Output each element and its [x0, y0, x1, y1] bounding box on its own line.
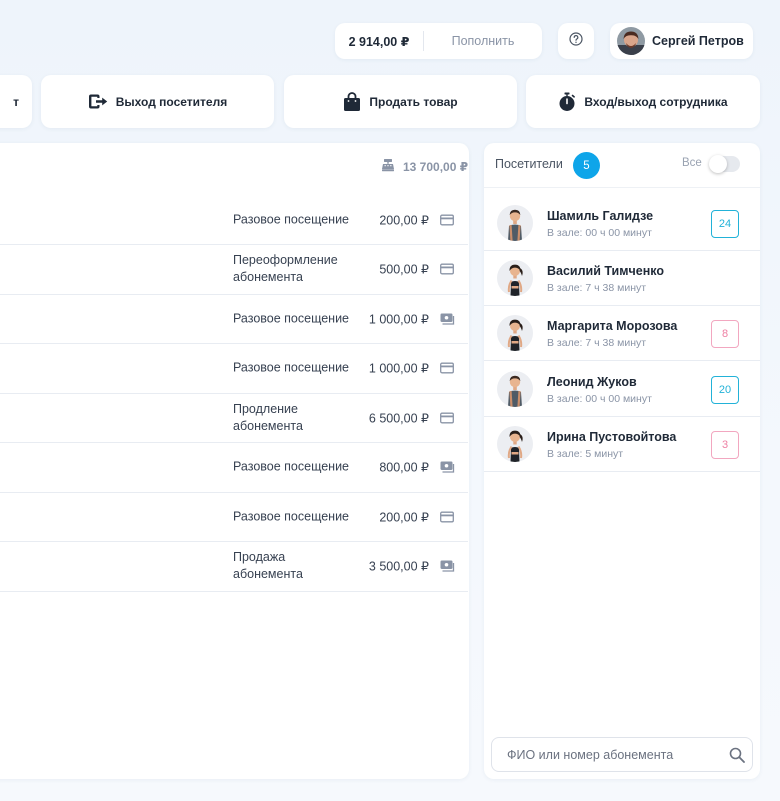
avatar: [497, 205, 533, 241]
visitor-item[interactable]: Ирина Пустовойтова В зале: 5 минут 3: [484, 417, 760, 472]
help-button[interactable]: [558, 23, 594, 59]
total-amount: 13 700,00 ₽: [403, 159, 469, 174]
visitor-name: Маргарита Морозова: [547, 319, 678, 334]
transaction-amount: 500,00 ₽: [379, 262, 429, 277]
visitor-name: Леонид Жуков: [547, 374, 637, 389]
stopwatch-icon: [558, 92, 576, 112]
visitor-time: В зале: 00 ч 00 минут: [547, 392, 652, 405]
action-label: Выход посетителя: [115, 94, 228, 109]
visitor-search: [491, 737, 753, 772]
visitor-time: В зале: 7 ч 38 минут: [547, 282, 647, 295]
balance-amount: 2 914,00 ₽: [348, 34, 410, 49]
action-label: Вход/выход сотрудника: [584, 94, 728, 109]
search-input[interactable]: [492, 738, 717, 771]
transaction-description: Разовое посещение: [233, 212, 350, 226]
visitor-item[interactable]: Василий Тимченко В зале: 7 ч 38 минут: [484, 251, 760, 307]
topup-button[interactable]: Пополнить: [424, 34, 542, 48]
table-row[interactable]: Продление абонемента 6 500,00 ₽: [0, 393, 468, 443]
shopping-bag-icon: [343, 91, 361, 112]
locker-number-badge: 20: [711, 375, 739, 404]
visitor-name: Василий Тимченко: [547, 264, 664, 279]
visitor-name: Шамиль Галидзе: [547, 209, 654, 223]
table-row[interactable]: Разовое посещение 1 000,00 ₽: [0, 294, 468, 344]
cash-register-icon: [381, 158, 395, 175]
sell-product-button[interactable]: Продать товар: [284, 75, 517, 128]
avatar: [497, 425, 533, 462]
visitors-count-badge: 5: [573, 152, 600, 179]
card-icon: [440, 412, 454, 423]
card-icon: [440, 511, 454, 522]
transaction-description: Разовое посещение: [233, 360, 350, 375]
cash-icon: [440, 313, 455, 325]
table-row[interactable]: Разовое посещение 800,00 ₽: [0, 443, 468, 493]
table-row[interactable]: Продажа абонемента 3 500,00 ₽: [0, 542, 468, 592]
avatar: [497, 315, 533, 352]
user-menu[interactable]: Сергей Петров: [610, 23, 753, 59]
avatar: [497, 260, 533, 297]
transaction-description: Разовое посещение: [233, 311, 350, 325]
transaction-description: Разовое посещение: [233, 509, 350, 523]
transaction-amount: 3 500,00 ₽: [368, 559, 429, 574]
transaction-amount: 800,00 ₽: [379, 460, 429, 475]
locker-number-badge: 8: [711, 320, 739, 349]
toggle-knob: [709, 155, 727, 173]
transaction-description: Продажа абонемента: [233, 550, 303, 581]
cash-icon: [440, 560, 455, 572]
card-icon: [440, 362, 454, 374]
visitors-title: Посетители: [495, 157, 563, 171]
visitor-time: В зале: 00 ч 00 минут: [547, 227, 652, 239]
avatar: [497, 370, 533, 407]
staff-checkin-button[interactable]: Вход/выход сотрудника: [526, 75, 760, 128]
action-button-partial[interactable]: т: [0, 75, 32, 128]
help-icon: [569, 31, 583, 51]
card-icon: [440, 263, 454, 275]
visitor-exit-button[interactable]: Выход посетителя: [41, 75, 274, 128]
visitor-item[interactable]: Маргарита Морозова В зале: 7 ч 38 минут 8: [484, 306, 760, 362]
visitor-time: В зале: 7 ч 38 минут: [547, 337, 647, 350]
transaction-amount: 6 500,00 ₽: [368, 411, 429, 425]
card-icon: [440, 214, 454, 225]
filter-all-toggle[interactable]: [709, 155, 740, 173]
filter-all-label: Все: [682, 157, 702, 169]
user-name: Сергей Петров: [652, 34, 744, 48]
transactions-total: 13 700,00 ₽: [381, 158, 468, 175]
transaction-description: Разовое посещение: [233, 459, 350, 474]
locker-number-badge: 24: [711, 210, 739, 238]
table-row[interactable]: Разовое посещение 200,00 ₽: [0, 195, 468, 245]
transaction-amount: 1 000,00 ₽: [368, 361, 429, 376]
transaction-amount: 200,00 ₽: [379, 510, 429, 524]
visitor-time: В зале: 5 минут: [547, 447, 624, 460]
transaction-amount: 1 000,00 ₽: [368, 312, 429, 326]
transaction-description: Переоформление абонемента: [233, 253, 338, 284]
table-row[interactable]: Разовое посещение 1 000,00 ₽: [0, 344, 468, 394]
action-label: т: [13, 94, 19, 109]
avatar: [617, 27, 645, 55]
cash-icon: [440, 461, 455, 473]
visitor-item[interactable]: Шамиль Галидзе В зале: 00 ч 00 минут 24: [484, 196, 760, 251]
visitor-name: Ирина Пустовойтова: [547, 429, 677, 444]
transaction-amount: 200,00 ₽: [379, 213, 429, 227]
table-row[interactable]: Разовое посещение 200,00 ₽: [0, 492, 468, 542]
balance-box: 2 914,00 ₽ Пополнить: [335, 23, 542, 59]
visitor-item[interactable]: Леонид Жуков В зале: 00 ч 00 минут 20: [484, 362, 760, 417]
transaction-description: Продление абонемента: [233, 401, 303, 433]
exit-icon: [88, 93, 108, 110]
search-icon[interactable]: [729, 747, 745, 768]
locker-number-badge: 3: [711, 430, 739, 459]
visitors-header: Посетители 5 Все: [484, 143, 760, 188]
table-row[interactable]: Переоформление абонемента 500,00 ₽: [0, 245, 468, 295]
action-label: Продать товар: [369, 94, 458, 109]
